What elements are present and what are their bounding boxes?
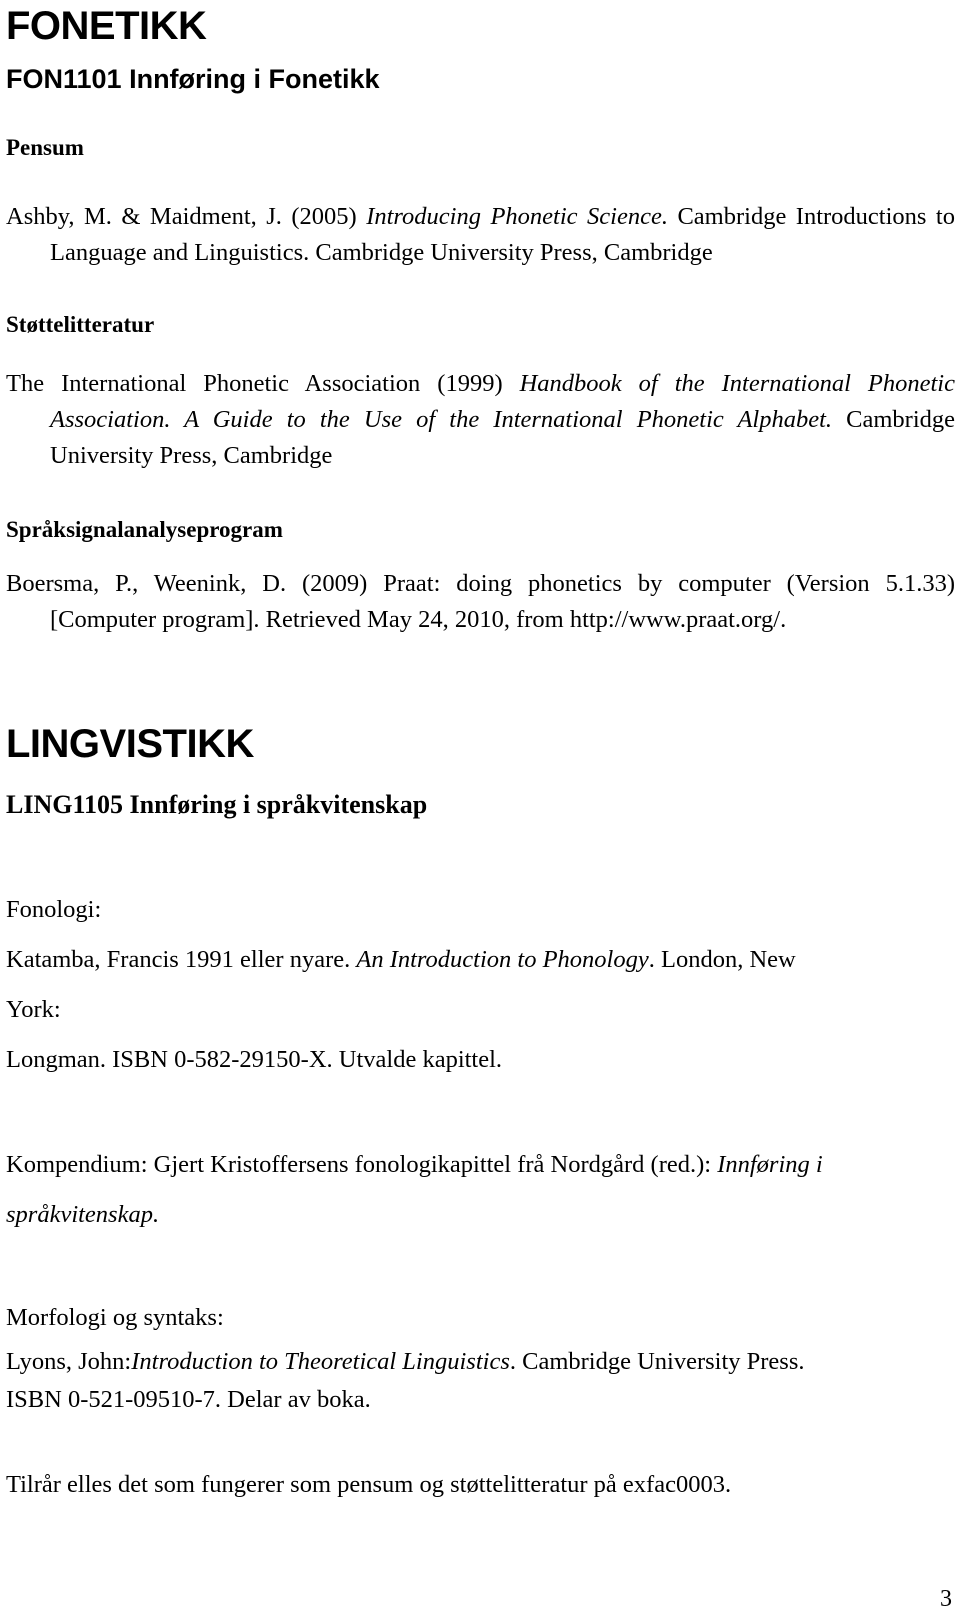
reference-ashby-maidment: Ashby, M. & Maidment, J. (2005) Introduc…	[6, 199, 955, 271]
ref-title-italic-cont: språkvitenskap.	[6, 1201, 160, 1228]
ref-title-italic: An Introduction to Phonology	[356, 946, 649, 973]
ref-author: Katamba, Francis 1991 eller nyare.	[6, 946, 357, 973]
label-morfologi-og-syntaks: Morfologi og syntaks:	[6, 1304, 224, 1331]
reference-katamba-publisher: Longman. ISBN 0-582-29150-X. Utvalde kap…	[6, 1046, 503, 1073]
section-heading-lingvistikk: LINGVISTIKK	[6, 722, 254, 766]
course-title-ling1105: LING1105 Innføring i språkvitenskap	[6, 790, 428, 819]
document-page: FONETIKK FON1101 Innføring i Fonetikk Pe…	[0, 0, 960, 1621]
reference-kompendium-line1: Kompendium: Gjert Kristoffersens fonolog…	[6, 1140, 955, 1190]
ref-title-italic: Introducing Phonetic Science.	[366, 203, 668, 230]
ref-org-year: The International Phonetic Association (…	[6, 370, 520, 397]
reference-kompendium-line2: språkvitenskap.	[6, 1190, 955, 1240]
ref-kompendium-text: Kompendium: Gjert Kristoffersens fonolog…	[6, 1151, 718, 1178]
reference-katamba-place: York:	[6, 996, 61, 1023]
reference-lyons-line1: Lyons, John:Introduction to Theoretical …	[6, 1343, 955, 1381]
label-fonologi: Fonologi:	[6, 896, 102, 923]
ref-author-year: Ashby, M. & Maidment, J. (2005)	[6, 203, 367, 230]
closing-note: Tilrår elles det som fungerer som pensum…	[6, 1471, 732, 1498]
ref-place: . London, New	[648, 946, 796, 973]
reference-ipa-handbook: The International Phonetic Association (…	[6, 366, 955, 474]
page-number: 3	[940, 1586, 952, 1612]
reference-katamba: Katamba, Francis 1991 eller nyare. An In…	[6, 935, 955, 985]
ref-publisher: . Cambridge University Press.	[509, 1348, 805, 1375]
section-heading-fonetikk: FONETIKK	[6, 4, 207, 48]
ref-title-italic: Innføring i	[717, 1151, 823, 1178]
ref-title-italic: Introduction to Theoretical Linguistics	[131, 1348, 510, 1375]
subheading-stottelitteratur: Støttelitteratur	[6, 312, 155, 337]
ref-author: Lyons, John:	[6, 1348, 132, 1375]
reference-boersma-weenink: Boersma, P., Weenink, D. (2009) Praat: d…	[6, 570, 955, 633]
subheading-spraksignalanalyseprogram: Språksignalanalyseprogram	[6, 517, 283, 542]
course-title-fon1101: FON1101 Innføring i Fonetikk	[6, 64, 380, 94]
subheading-pensum: Pensum	[6, 135, 84, 160]
reference-lyons-line2: ISBN 0-521-09510-7. Delar av boka.	[6, 1386, 371, 1413]
